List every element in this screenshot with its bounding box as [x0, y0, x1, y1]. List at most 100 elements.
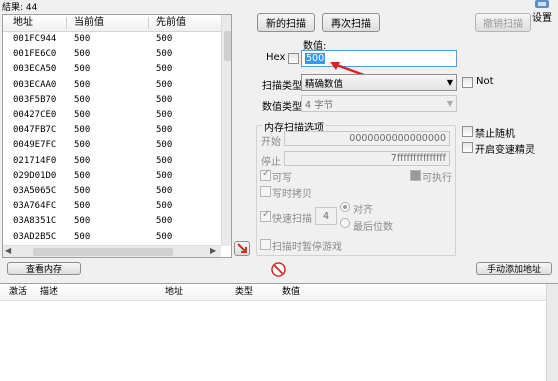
- current-value-cell: 500: [74, 125, 91, 136]
- scroll-right-icon[interactable]: ▶: [210, 246, 216, 255]
- next-scan-button[interactable]: 再次扫描: [322, 13, 380, 32]
- hex-checkbox[interactable]: [288, 53, 299, 64]
- current-value-cell: 500: [74, 231, 91, 242]
- copy-on-write-label: 写时拷贝: [272, 189, 312, 200]
- current-value-cell: 500: [74, 155, 91, 166]
- scan-type-label: 扫描类型: [262, 81, 302, 92]
- writable-label: 可写: [272, 173, 292, 184]
- address-cell: 003ECAA0: [13, 79, 57, 90]
- address-cell: 001FE6C0: [13, 49, 57, 60]
- address-cell: 001FC944: [13, 34, 57, 44]
- clear-list-icon[interactable]: [271, 262, 286, 277]
- horizontal-scrollbar[interactable]: ◀ ▶: [3, 245, 221, 257]
- current-value-cell: 500: [74, 49, 91, 60]
- value-type-label: 数值类型: [262, 102, 302, 113]
- previous-value-cell: 500: [156, 34, 173, 44]
- undo-scan-button[interactable]: 撤销扫描: [475, 13, 531, 32]
- current-value-cell: 500: [74, 216, 91, 227]
- previous-value-cell: 500: [156, 49, 173, 60]
- address-cell: 03A8351C: [13, 216, 57, 227]
- column-header-description[interactable]: 描述: [40, 284, 58, 300]
- address-cell: 0049E7FC: [13, 140, 57, 151]
- chevron-down-icon: ▼: [446, 99, 453, 108]
- start-address-value: 0000000000000000: [349, 133, 446, 144]
- previous-value-cell: 500: [156, 125, 173, 136]
- speedhack-checkbox[interactable]: [462, 142, 473, 153]
- stop-label: 停止: [261, 157, 281, 168]
- fast-scan-input[interactable]: 4: [315, 207, 337, 225]
- address-cell: 003ECA50: [13, 64, 57, 75]
- value-input-text: 500: [305, 53, 326, 64]
- results-count: 結果: 44: [2, 3, 38, 13]
- previous-value-cell: 500: [156, 155, 173, 166]
- previous-value-cell: 500: [156, 110, 173, 120]
- add-address-manually-button[interactable]: 手动添加地址: [476, 262, 552, 275]
- previous-value-cell: 500: [156, 201, 173, 212]
- scan-type-select[interactable]: 精确数值 ▼: [301, 74, 457, 91]
- current-value-cell: 500: [74, 64, 91, 75]
- address-cell: 0047FB7C: [13, 125, 57, 136]
- stop-address-input[interactable]: 7fffffffffffffff: [284, 151, 450, 166]
- column-header-address[interactable]: 地址: [165, 284, 183, 300]
- column-header-type[interactable]: 类型: [235, 284, 253, 300]
- align-radio[interactable]: [340, 202, 350, 212]
- settings-label[interactable]: 设置: [532, 9, 552, 24]
- address-cell: 03A5065C: [13, 186, 57, 196]
- cheat-table-scrollbar[interactable]: [546, 284, 558, 381]
- current-value-cell: 500: [74, 94, 91, 105]
- last-digits-label: 最后位数: [353, 222, 393, 233]
- executable-checkbox[interactable]: [410, 170, 421, 181]
- address-cell: 00427CE0: [13, 110, 57, 120]
- current-value-cell: 500: [74, 79, 91, 90]
- copy-on-write-checkbox[interactable]: [260, 186, 271, 197]
- current-value-cell: 500: [74, 110, 91, 120]
- scan-type-value: 精确数值: [305, 78, 344, 90]
- speedhack-label: 开启变速精灵: [475, 145, 535, 156]
- cheat-table-header: 激活 描述 地址 类型 数值: [0, 284, 546, 301]
- previous-value-cell: 500: [156, 79, 173, 90]
- column-header-active[interactable]: 激活: [9, 284, 27, 300]
- address-rows: 001FC944 500 500 001FE6C0 500 500 003ECA50 500 5…: [3, 32, 221, 244]
- writable-checkbox[interactable]: [260, 168, 271, 181]
- fast-scan-value: 4: [322, 210, 330, 222]
- view-memory-button[interactable]: 查看内存: [7, 262, 81, 275]
- address-cell: 03AD2B5C: [13, 231, 57, 242]
- current-value-cell: 500: [74, 201, 91, 212]
- vertical-scrollbar[interactable]: [221, 15, 231, 246]
- hex-label: Hex: [266, 52, 286, 63]
- column-header-address[interactable]: 地址: [13, 15, 33, 31]
- previous-value-cell: 500: [156, 64, 173, 75]
- previous-value-cell: 500: [156, 231, 173, 242]
- fast-scan-checkbox[interactable]: [260, 209, 271, 222]
- chevron-down-icon: ▼: [446, 78, 453, 87]
- disable-random-checkbox[interactable]: [462, 126, 473, 137]
- column-header-value[interactable]: 数值: [282, 284, 300, 300]
- disable-random-label: 禁止随机: [475, 129, 515, 140]
- value-input[interactable]: 500: [301, 50, 457, 67]
- add-selected-to-list-button[interactable]: [234, 241, 250, 256]
- start-address-input[interactable]: 0000000000000000: [284, 131, 450, 146]
- arrow-down-right-icon: [236, 243, 247, 253]
- address-list-header: 地址 当前值 先前值: [3, 15, 221, 32]
- column-header-previous-value[interactable]: 先前值: [156, 15, 186, 31]
- scroll-left-icon[interactable]: ◀: [5, 246, 11, 255]
- previous-value-cell: 500: [156, 186, 173, 196]
- previous-value-cell: 500: [156, 140, 173, 151]
- cheat-table[interactable]: 激活 描述 地址 类型 数值: [0, 283, 558, 381]
- previous-value-cell: 500: [156, 170, 173, 181]
- pause-game-checkbox[interactable]: [260, 239, 271, 250]
- not-checkbox[interactable]: [462, 77, 473, 88]
- current-value-cell: 500: [74, 186, 91, 196]
- new-scan-button[interactable]: 新的扫描: [257, 13, 315, 32]
- executable-label: 可执行: [422, 173, 452, 184]
- last-digits-radio[interactable]: [340, 218, 350, 228]
- address-cell: 021714F0: [13, 155, 57, 166]
- value-type-select[interactable]: 4 字节 ▼: [301, 95, 457, 112]
- address-cell: 029D01D0: [13, 170, 57, 181]
- previous-value-cell: 500: [156, 94, 173, 105]
- column-header-current-value[interactable]: 当前值: [74, 15, 104, 31]
- current-value-cell: 500: [74, 34, 91, 44]
- value-type-value: 4 字节: [305, 99, 334, 111]
- address-list[interactable]: 地址 当前值 先前值 001FC944 500 500 001FE6C0 500 500 0…: [2, 14, 232, 258]
- address-cell: 003F5B70: [13, 94, 57, 105]
